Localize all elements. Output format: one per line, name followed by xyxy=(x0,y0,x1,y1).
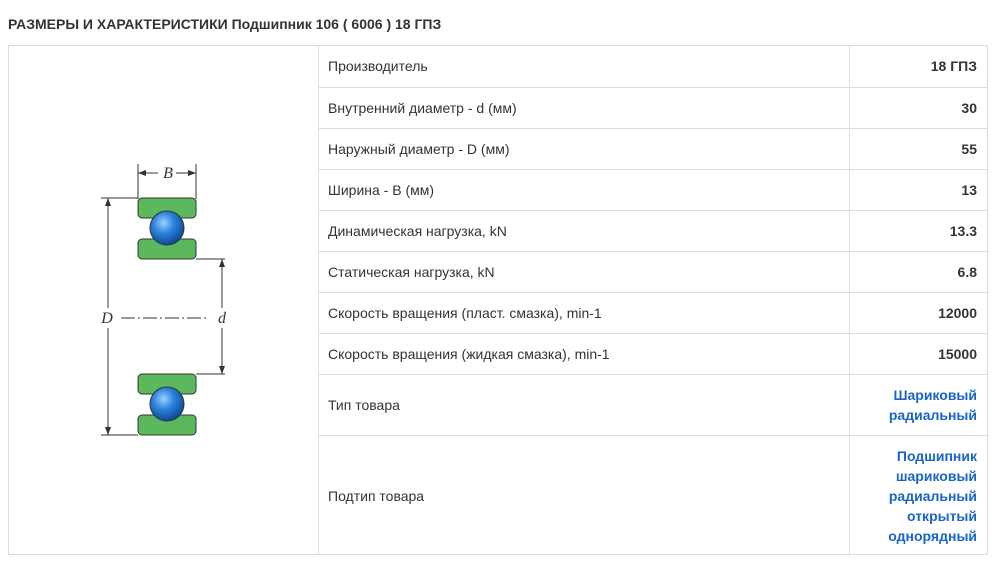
product-subtype-link-line[interactable]: однорядный xyxy=(888,528,977,544)
spec-row-product-subtype: Подтип товара Подшипник шариковый радиал… xyxy=(318,435,987,556)
spec-label: Скорость вращения (пласт. смазка), min-1 xyxy=(318,292,850,334)
spec-label: Наружный диаметр - D (мм) xyxy=(318,128,850,170)
product-type-link-line[interactable]: Шариковый xyxy=(893,387,977,403)
dimension-b-arrow-left xyxy=(138,170,146,176)
dimension-b-arrow-right xyxy=(188,170,196,176)
dimension-b-label: B xyxy=(163,165,173,182)
spec-row-product-type: Тип товара Шариковый радиальный xyxy=(318,374,987,436)
ball-top xyxy=(149,210,185,246)
bearing-drawing: B D d xyxy=(97,163,231,436)
spec-table: Производитель 18 ГПЗ Внутренний диаметр … xyxy=(318,46,987,556)
spec-label: Подтип товара xyxy=(318,435,850,556)
ball-bottom xyxy=(149,386,185,422)
spec-label: Скорость вращения (жидкая смазка), min-1 xyxy=(318,333,850,375)
spec-value: 12000 xyxy=(849,292,987,334)
spec-row-speed-grease: Скорость вращения (пласт. смазка), min-1… xyxy=(318,292,987,334)
spec-block: B D d Производитель 18 ГПЗ Внутренний ди… xyxy=(8,45,988,556)
spec-label: Динамическая нагрузка, kN xyxy=(318,210,850,252)
product-subtype-link-line[interactable]: открытый xyxy=(907,508,977,524)
dimension-D-arrow-bottom xyxy=(105,427,111,435)
dimension-d-arrow-bottom xyxy=(219,366,225,374)
spec-label: Производитель xyxy=(318,46,850,88)
spec-value: 6.8 xyxy=(849,251,987,293)
spec-label: Статическая нагрузка, kN xyxy=(318,251,850,293)
spec-row-static-load: Статическая нагрузка, kN 6.8 xyxy=(318,251,987,293)
dimension-d-arrow-top xyxy=(219,259,225,267)
product-subtype-link[interactable]: Подшипник шариковый радиальный открытый … xyxy=(849,435,987,556)
product-type-link[interactable]: Шариковый радиальный xyxy=(849,374,987,436)
spec-label: Внутренний диаметр - d (мм) xyxy=(318,87,850,129)
bearing-image-cell: B D d xyxy=(9,46,319,554)
spec-value: 55 xyxy=(849,128,987,170)
product-type-link-line[interactable]: радиальный xyxy=(889,407,977,423)
product-subtype-link-line[interactable]: радиальный xyxy=(889,488,977,504)
product-subtype-link-line[interactable]: шариковый xyxy=(896,468,977,484)
spec-value: 13.3 xyxy=(849,210,987,252)
dimension-D-label: D xyxy=(100,310,113,327)
spec-label: Ширина - B (мм) xyxy=(318,169,850,211)
spec-row-outer-diameter: Наружный диаметр - D (мм) 55 xyxy=(318,128,987,170)
spec-row-inner-diameter: Внутренний диаметр - d (мм) 30 xyxy=(318,87,987,129)
spec-label: Тип товара xyxy=(318,374,850,436)
spec-value: 13 xyxy=(849,169,987,211)
page-title: РАЗМЕРЫ И ХАРАКТЕРИСТИКИ Подшипник 106 (… xyxy=(8,16,442,32)
product-subtype-link-line[interactable]: Подшипник xyxy=(897,448,977,464)
spec-value: 15000 xyxy=(849,333,987,375)
spec-row-width: Ширина - B (мм) 13 xyxy=(318,169,987,211)
dimension-D-arrow-top xyxy=(105,198,111,206)
dimension-d-label: d xyxy=(218,310,227,327)
spec-value: 18 ГПЗ xyxy=(849,46,987,88)
spec-value: 30 xyxy=(849,87,987,129)
spec-row-speed-oil: Скорость вращения (жидкая смазка), min-1… xyxy=(318,333,987,375)
spec-row-dynamic-load: Динамическая нагрузка, kN 13.3 xyxy=(318,210,987,252)
spec-row-manufacturer: Производитель 18 ГПЗ xyxy=(318,46,987,88)
